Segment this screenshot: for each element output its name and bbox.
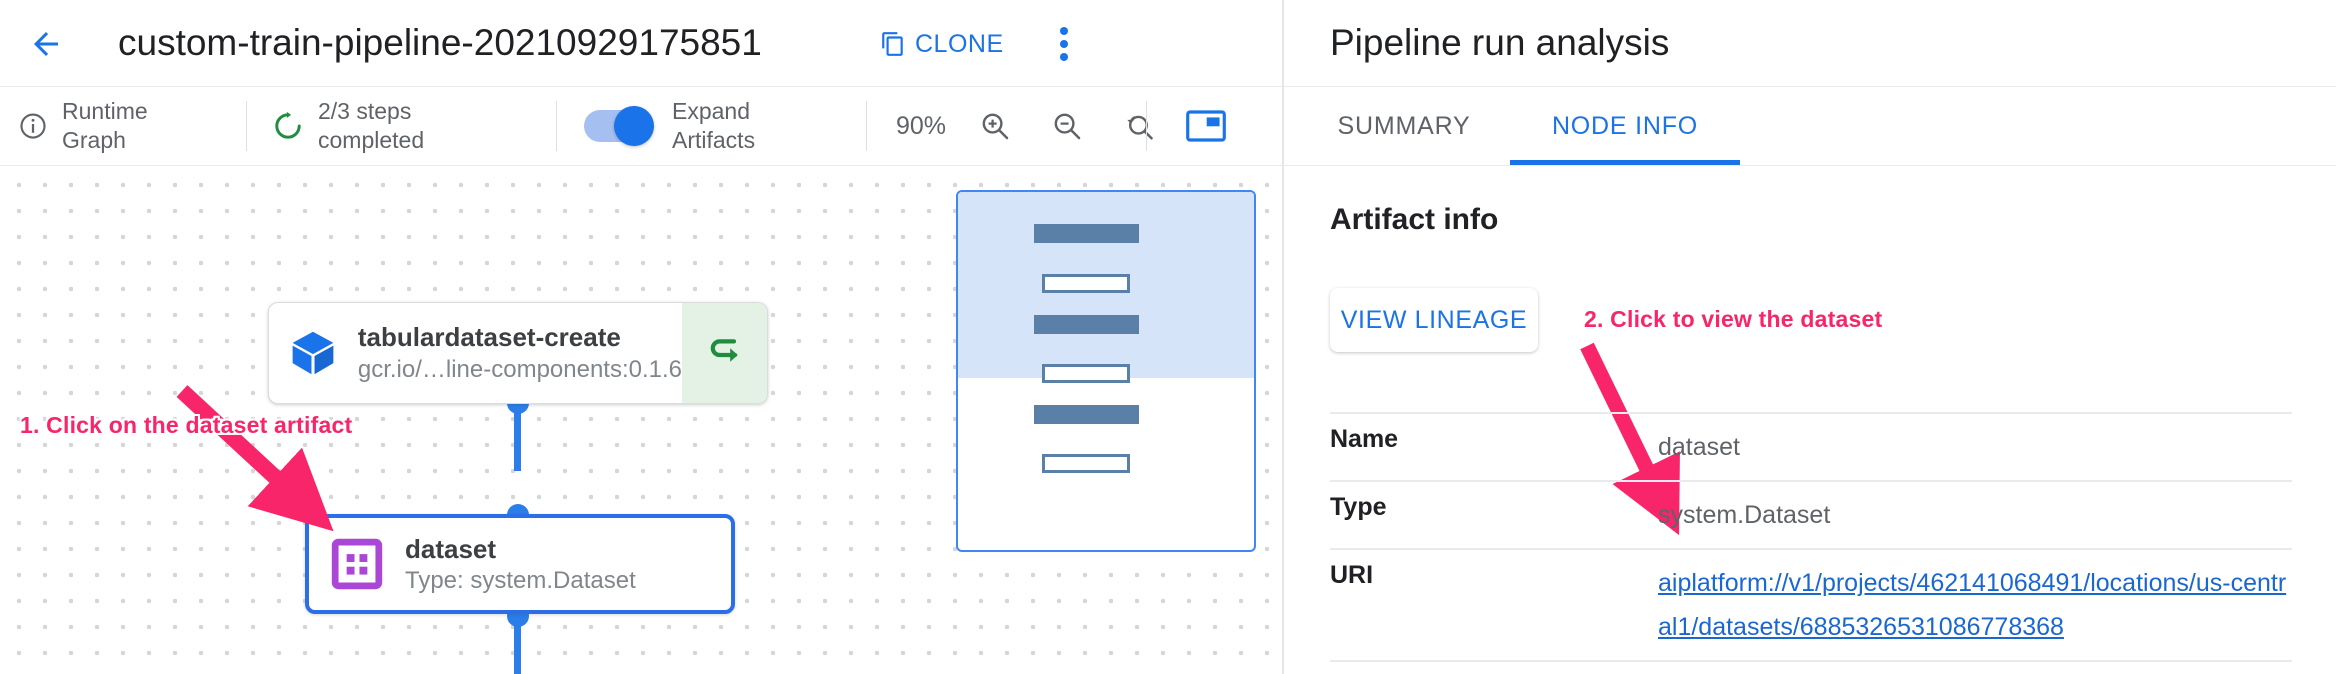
zoom-in-icon [979, 110, 1011, 142]
expand-artifacts-item[interactable]: Expand Artifacts [584, 87, 755, 165]
rerun-arrow-icon [701, 329, 749, 377]
graph-node-title: tabulardataset-create [358, 322, 682, 353]
toolbar-divider [556, 101, 557, 151]
graph-node-text: tabulardataset-create gcr.io/…line-compo… [358, 303, 682, 403]
info-icon [18, 111, 48, 141]
minimap-bar [1042, 274, 1130, 293]
tab-active-underline [1510, 160, 1740, 165]
back-button[interactable] [22, 20, 70, 68]
graph-toolbar: Runtime Graph 2/3 steps completed [0, 86, 1282, 166]
zoom-controls: 90% [896, 87, 1162, 165]
view-lineage-label: VIEW LINEAGE [1341, 306, 1527, 335]
progress-circle-icon [272, 110, 304, 142]
expand-artifacts-toggle[interactable] [584, 110, 650, 142]
runtime-graph-item[interactable]: Runtime Graph [18, 87, 148, 165]
zoom-in-button[interactable] [972, 103, 1018, 149]
clone-button-label: CLONE [915, 30, 1004, 59]
kebab-dot [1060, 53, 1068, 61]
view-lineage-button[interactable]: VIEW LINEAGE [1330, 288, 1538, 352]
toggle-knob [614, 106, 654, 146]
minimap-bar [1042, 364, 1130, 383]
table-cell-value: dataset [1658, 425, 2292, 469]
graph-node-text: dataset Type: system.Dataset [405, 534, 731, 595]
panel-title: Pipeline run analysis [1330, 16, 1669, 70]
pipeline-run-screen: custom-train-pipeline-20210929175851 CLO… [0, 0, 2336, 674]
graph-node-tabulardataset-create[interactable]: tabulardataset-create gcr.io/…line-compo… [268, 302, 768, 404]
table-row: Name dataset [1330, 412, 2292, 480]
zoom-reset-icon [1123, 110, 1155, 142]
table-cell-key: URI [1330, 561, 1658, 649]
zoom-reset-button[interactable] [1116, 103, 1162, 149]
node-info-pane: Pipeline run analysis SUMMARY NODE INFO … [1282, 0, 2336, 674]
minimap-panel-icon [1186, 110, 1226, 142]
tab-label: SUMMARY [1338, 112, 1471, 141]
cube-icon [287, 327, 339, 379]
more-options-button[interactable] [1042, 22, 1086, 66]
table-cell-key: Type [1330, 493, 1658, 537]
minimap-bar [1034, 405, 1139, 424]
arrow-left-icon [28, 26, 64, 62]
annotation-step-1: 1. Click on the dataset artifact [20, 412, 352, 439]
minimap-toggle-button[interactable] [1186, 87, 1226, 165]
table-cell-value-uri: aiplatform://v1/projects/462141068491/lo… [1658, 561, 2292, 649]
dataset-icon-wrap [309, 537, 405, 591]
steps-status-item: 2/3 steps completed [272, 87, 424, 165]
kebab-dot [1060, 40, 1068, 48]
runtime-graph-label: Runtime Graph [62, 97, 148, 155]
table-row: Type system.Dataset [1330, 480, 2292, 548]
artifact-info-table: Name dataset Type system.Dataset URI aip… [1330, 412, 2292, 662]
tab-summary[interactable]: SUMMARY [1314, 87, 1494, 165]
minimap-bar [1034, 224, 1139, 243]
steps-status-label: 2/3 steps completed [318, 97, 424, 155]
dataset-grid-icon [330, 537, 384, 591]
graph-node-status[interactable] [682, 303, 767, 403]
table-cell-key: Name [1330, 425, 1658, 469]
zoom-level-label: 90% [896, 112, 946, 141]
panel-tabs: SUMMARY NODE INFO [1284, 86, 2336, 166]
annotation-step-2: 2. Click to view the dataset [1584, 306, 1882, 333]
minimap-bar [1034, 315, 1139, 334]
cube-icon-wrap [269, 303, 358, 403]
tab-node-info[interactable]: NODE INFO [1510, 87, 1740, 165]
graph-minimap[interactable] [956, 190, 1256, 552]
expand-artifacts-label: Expand Artifacts [672, 97, 755, 155]
graph-node-dataset-artifact[interactable]: dataset Type: system.Dataset [305, 514, 735, 614]
zoom-out-icon [1051, 110, 1083, 142]
toolbar-divider [246, 101, 247, 151]
toolbar-divider [866, 101, 867, 151]
copy-icon [880, 31, 906, 57]
table-cell-value: system.Dataset [1658, 493, 2292, 537]
pipeline-graph-pane: custom-train-pipeline-20210929175851 CLO… [0, 0, 1282, 674]
tab-label: NODE INFO [1552, 112, 1698, 141]
page-header: custom-train-pipeline-20210929175851 CLO… [0, 0, 1282, 86]
kebab-dot [1060, 27, 1068, 35]
minimap-bar [1042, 454, 1130, 473]
section-title: Artifact info [1330, 203, 1498, 237]
zoom-out-button[interactable] [1044, 103, 1090, 149]
toolbar-divider [1146, 101, 1147, 151]
table-row: URI aiplatform://v1/projects/46214106849… [1330, 548, 2292, 662]
page-title: custom-train-pipeline-20210929175851 [118, 16, 762, 70]
graph-node-title: dataset [405, 534, 731, 565]
graph-node-subtitle: gcr.io/…line-components:0.1.6 [358, 356, 682, 384]
dataset-uri-link[interactable]: aiplatform://v1/projects/462141068491/lo… [1658, 569, 2286, 641]
clone-button[interactable]: CLONE [880, 25, 1004, 63]
graph-node-subtitle: Type: system.Dataset [405, 567, 731, 595]
